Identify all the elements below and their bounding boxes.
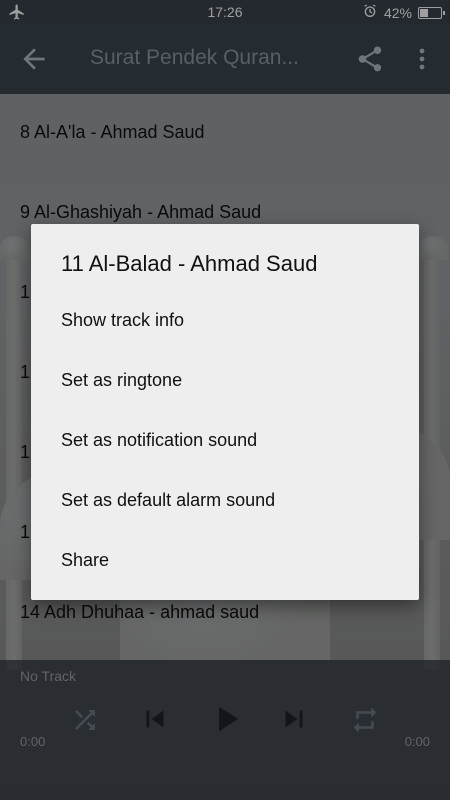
set-notification-sound-option[interactable]: Set as notification sound (31, 410, 419, 470)
share-option[interactable]: Share (31, 530, 419, 590)
set-ringtone-option[interactable]: Set as ringtone (31, 350, 419, 410)
set-alarm-sound-option[interactable]: Set as default alarm sound (31, 470, 419, 530)
dialog-title: 11 Al-Balad - Ahmad Saud (61, 251, 318, 276)
track-options-dialog: 11 Al-Balad - Ahmad Saud Show track info… (31, 224, 419, 600)
show-track-info-option[interactable]: Show track info (31, 290, 419, 350)
